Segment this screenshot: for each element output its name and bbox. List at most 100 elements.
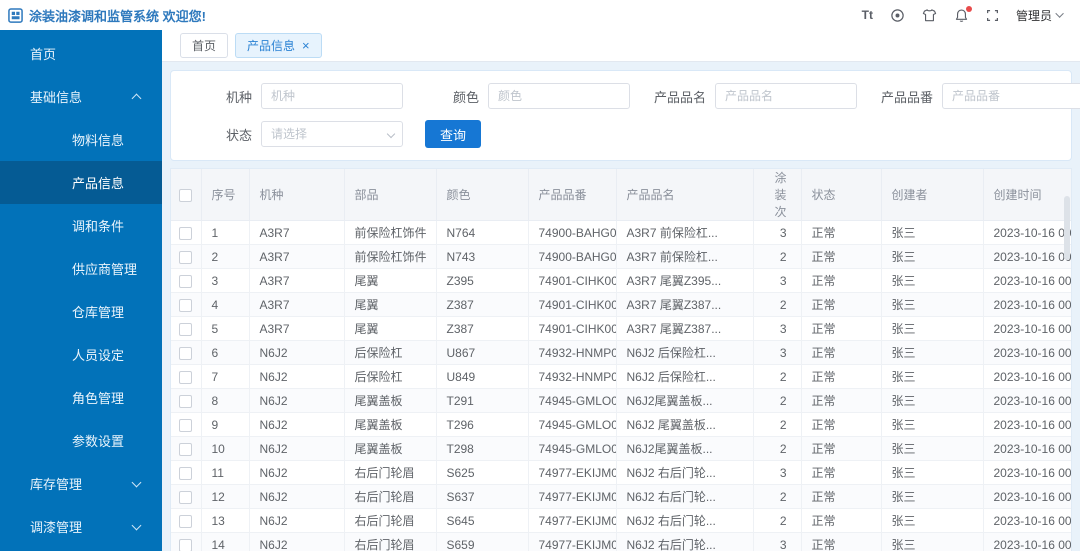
cell: N743	[435, 244, 529, 269]
row-checkbox[interactable]	[179, 322, 193, 336]
cell: 2023-10-16 00:...	[982, 412, 1071, 437]
row-checkbox[interactable]	[179, 490, 193, 504]
notification-icon[interactable]	[954, 5, 972, 23]
cell: 正常	[800, 412, 882, 437]
filter-input-wrap	[715, 83, 857, 109]
sidebar-item-label: 物料信息	[72, 133, 125, 148]
status-select[interactable]	[261, 121, 403, 147]
filter-row-2: 状态 查询	[185, 120, 1057, 148]
user-menu[interactable]: 管理员	[1016, 7, 1064, 24]
cell: 正常	[800, 220, 882, 245]
cell: A3R7	[248, 220, 345, 245]
filter-input-wrap	[942, 83, 1080, 109]
tab-product-info[interactable]: 产品信息 ×	[235, 33, 322, 58]
cell: 2023-10-16 00:...	[982, 532, 1071, 551]
cell: N6J2尾翼盖板...	[615, 388, 754, 413]
filter-input-wrap	[488, 83, 630, 109]
chevron-up-icon	[131, 93, 142, 104]
table-row: 9N6J2尾翼盖板T29674945-GMLO0...N6J2 尾翼盖板...2…	[171, 412, 1071, 437]
cell: N6J2 尾翼盖板...	[615, 412, 754, 437]
row-checkbox[interactable]	[179, 346, 193, 360]
select-all-checkbox[interactable]	[179, 188, 193, 202]
main-area: 首页产品信息× 机种颜色产品品名产品品番 状态查询 序号机种部品颜色产品品番产品…	[162, 30, 1080, 551]
help-icon[interactable]	[890, 8, 905, 23]
sidebar-item-paint-mgmt[interactable]: 调漆管理	[0, 505, 162, 548]
sidebar-item-role-mgmt[interactable]: 角色管理	[0, 376, 162, 419]
column-header: 颜色	[435, 169, 529, 221]
cell: 2	[752, 508, 802, 533]
cell: 10	[200, 436, 250, 461]
product-number-input[interactable]	[942, 83, 1080, 109]
cell: 张三	[880, 412, 984, 437]
color-input[interactable]	[488, 83, 630, 109]
cell: 74900-BAHG00...	[527, 244, 617, 269]
cell: 正常	[800, 508, 882, 533]
filter-label: 颜色	[452, 89, 479, 105]
cell: 13	[200, 508, 250, 533]
cell: N6J2	[248, 484, 345, 509]
cell: 74932-HNMP0...	[527, 340, 617, 365]
cell: 正常	[800, 316, 882, 341]
row-checkbox[interactable]	[179, 370, 193, 384]
sidebar-item-supplier-mgmt[interactable]: 供应商管理	[0, 247, 162, 290]
cell: 3	[752, 316, 802, 341]
row-checkbox[interactable]	[179, 250, 193, 264]
row-checkbox-cell	[171, 220, 202, 245]
column-header: 部品	[343, 169, 437, 221]
search-button[interactable]: 查询	[425, 120, 482, 148]
cell: U867	[435, 340, 529, 365]
cell: N6J2	[248, 460, 345, 485]
product-name-input[interactable]	[715, 83, 857, 109]
scrollbar-thumb[interactable]	[1064, 196, 1070, 260]
row-checkbox[interactable]	[179, 298, 193, 312]
sidebar-item-home[interactable]: 首页	[0, 32, 162, 75]
row-checkbox[interactable]	[179, 394, 193, 408]
close-icon[interactable]: ×	[302, 39, 310, 52]
row-checkbox[interactable]	[179, 514, 193, 528]
cell: 3	[752, 220, 802, 245]
tab-home[interactable]: 首页	[180, 33, 229, 58]
chevron-down-icon	[1055, 9, 1064, 18]
sidebar-item-inventory-mgmt[interactable]: 库存管理	[0, 462, 162, 505]
cell: N6J2 右后门轮...	[615, 484, 754, 509]
cell: 9	[200, 412, 250, 437]
row-checkbox[interactable]	[179, 418, 193, 432]
row-checkbox[interactable]	[179, 442, 193, 456]
cell: 张三	[880, 244, 984, 269]
cell: Z395	[435, 268, 529, 293]
theme-icon[interactable]	[922, 8, 937, 23]
row-checkbox[interactable]	[179, 538, 193, 551]
filter-field-machine-type: 机种	[185, 83, 412, 109]
sidebar-item-material-info[interactable]: 物料信息	[0, 118, 162, 161]
sidebar-item-basic-info[interactable]: 基础信息	[0, 75, 162, 118]
row-checkbox[interactable]	[179, 226, 193, 240]
cell: 右后门轮眉	[343, 484, 437, 509]
sidebar-item-product-info[interactable]: 产品信息	[0, 161, 162, 204]
cell: 尾翼盖板	[343, 412, 437, 437]
sidebar-item-personnel-setup[interactable]: 人员设定	[0, 333, 162, 376]
font-size-icon[interactable]: Tt	[862, 8, 873, 22]
cell: 张三	[880, 268, 984, 293]
cell: N6J2	[248, 412, 345, 437]
product-table: 序号 机种 部品 颜色 产品品番 产品品名 涂装次 状态 创建者 创建时间 1 A3R7 前保险杠饰件…	[171, 169, 1071, 551]
row-checkbox[interactable]	[179, 274, 193, 288]
cell: 正常	[800, 484, 882, 509]
cell: N764	[435, 220, 529, 245]
cell: 尾翼盖板	[343, 388, 437, 413]
row-checkbox-cell	[171, 508, 202, 533]
row-checkbox-cell	[171, 460, 202, 485]
fullscreen-icon[interactable]	[986, 9, 999, 22]
cell: 6	[200, 340, 250, 365]
machine-type-input[interactable]	[261, 83, 403, 109]
filter-input-wrap	[261, 121, 403, 147]
row-checkbox-cell	[171, 532, 202, 551]
sidebar-item-param-settings[interactable]: 参数设置	[0, 419, 162, 462]
cell: 张三	[880, 364, 984, 389]
filter-label: 产品品名	[653, 89, 706, 105]
sidebar-item-warehouse-mgmt[interactable]: 仓库管理	[0, 290, 162, 333]
row-checkbox[interactable]	[179, 466, 193, 480]
sidebar-item-mix-condition[interactable]: 调和条件	[0, 204, 162, 247]
cell: 张三	[880, 436, 984, 461]
cell: 74977-EKIJM0...	[527, 532, 617, 551]
filter-panel: 机种 颜色 产品品名 产品品番 状态 查询	[170, 70, 1080, 161]
